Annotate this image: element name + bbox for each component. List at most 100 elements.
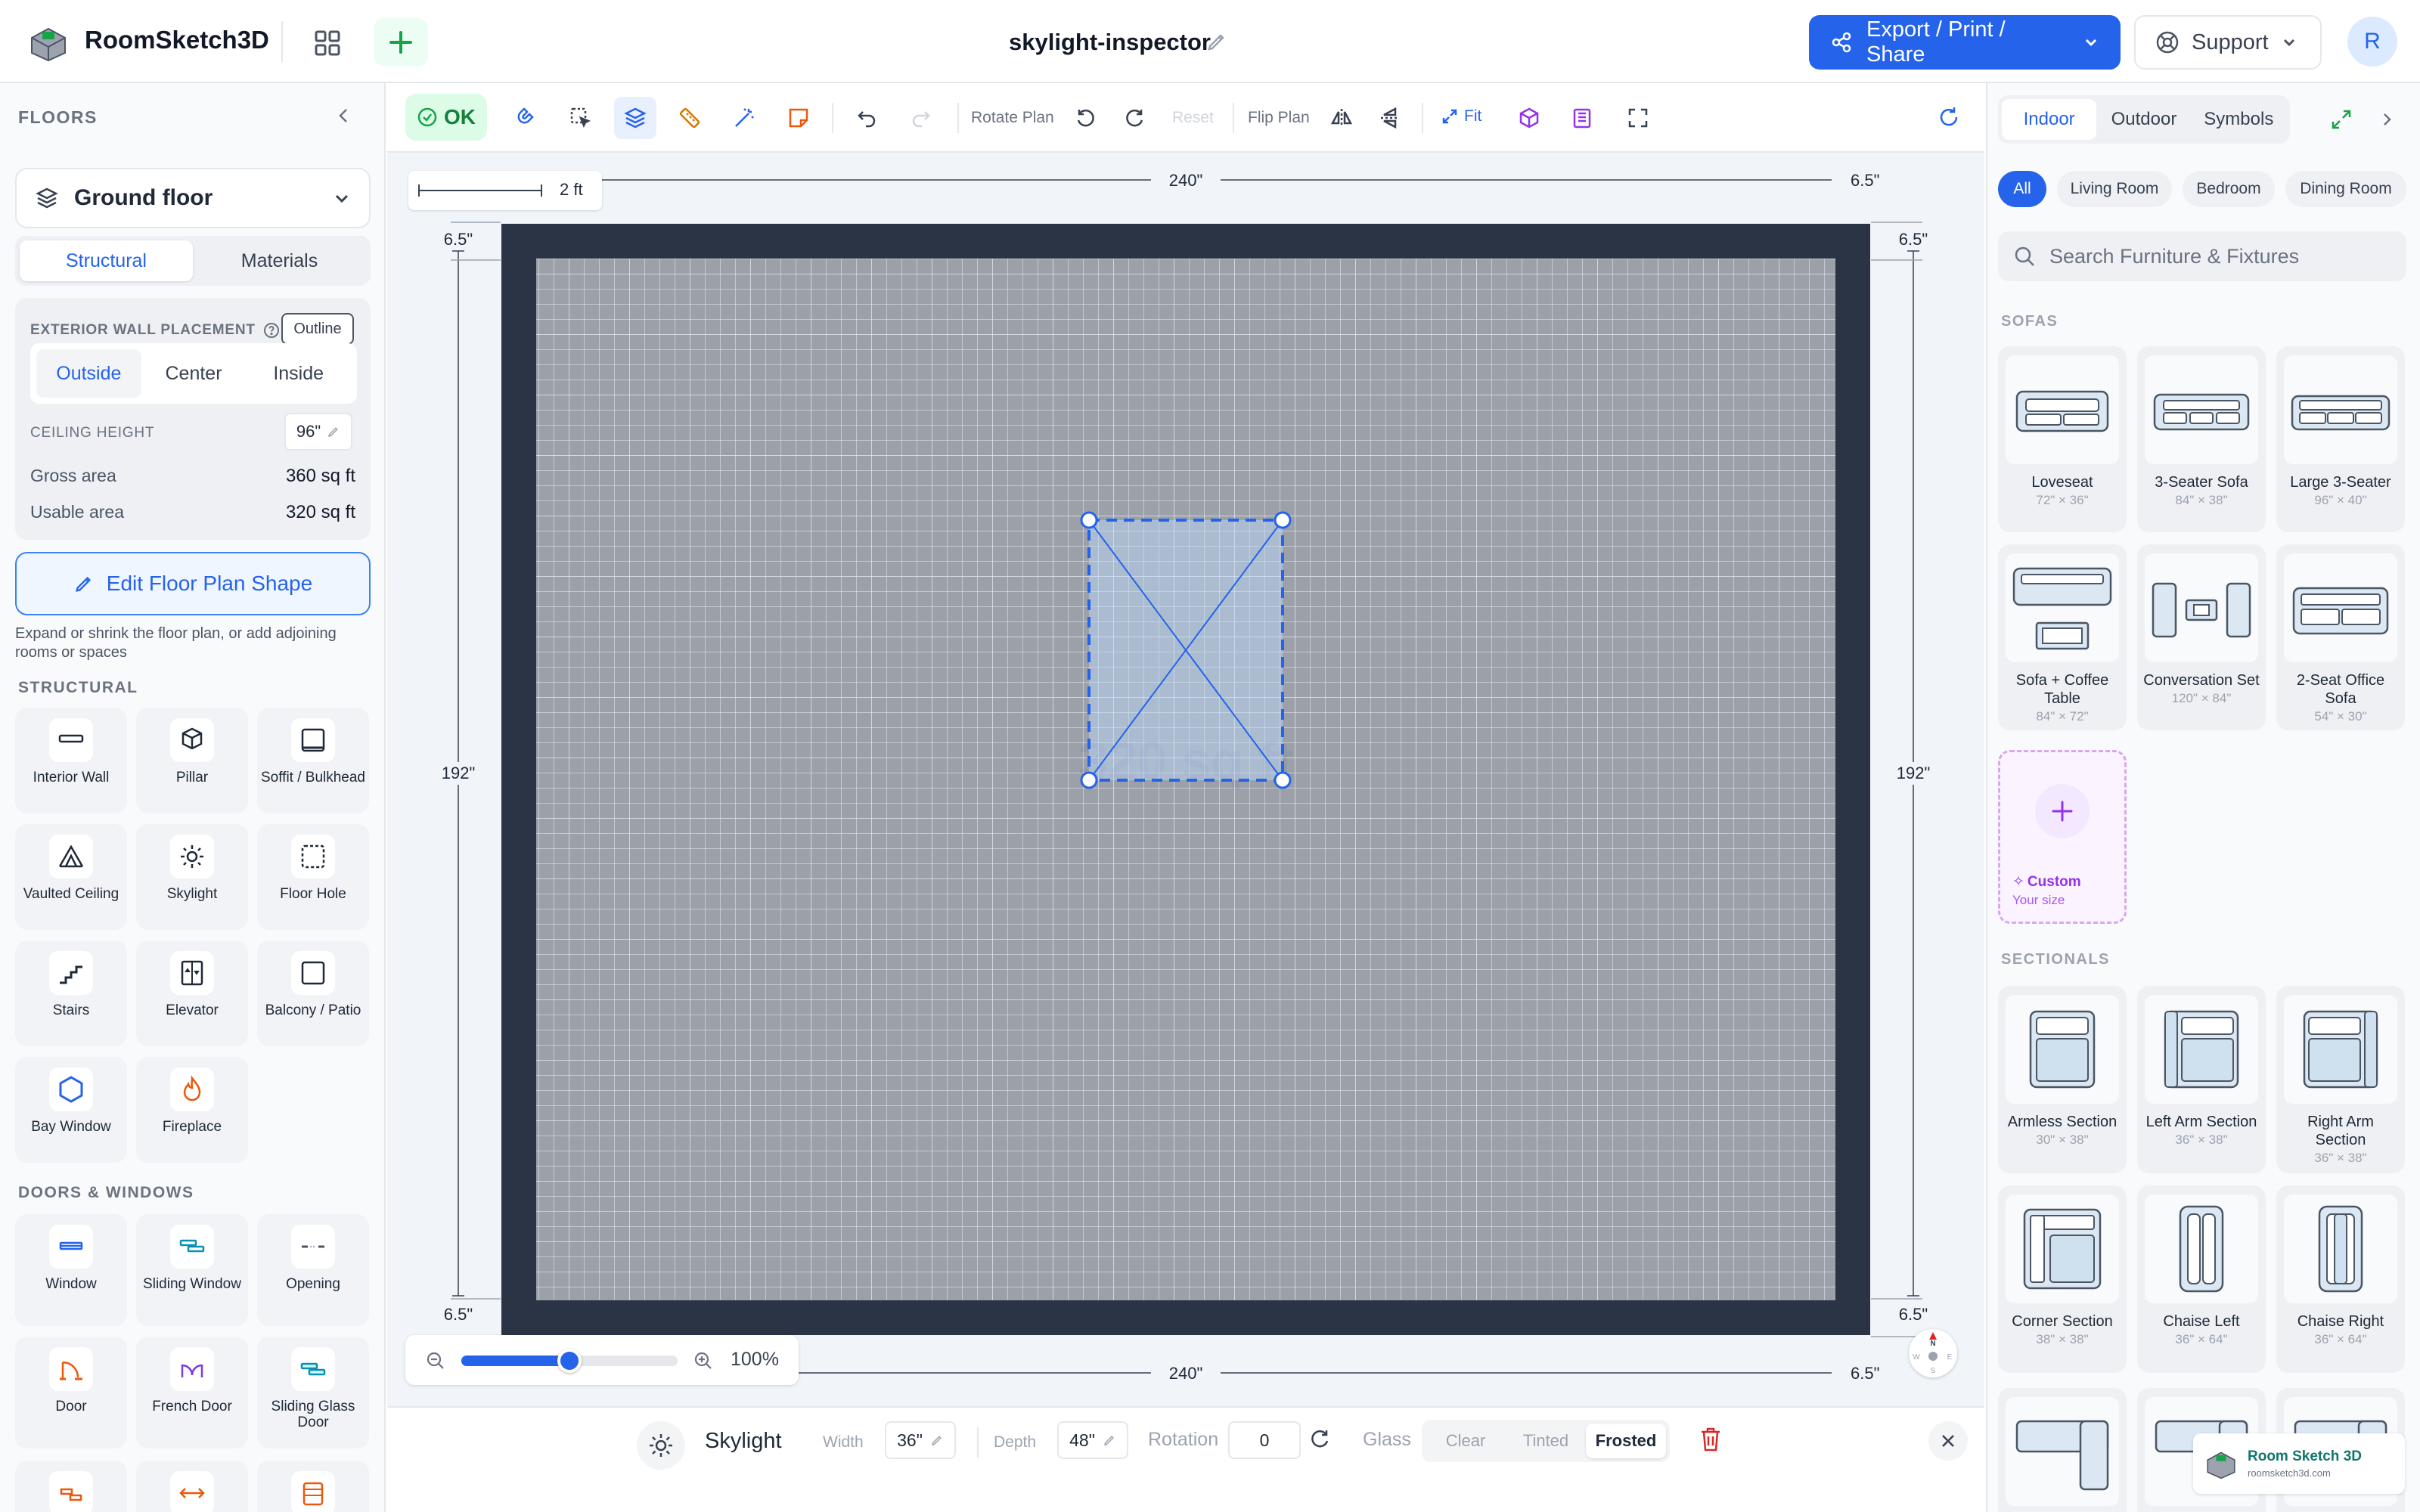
- door-window-tool-opening[interactable]: Opening: [257, 1214, 369, 1326]
- door-window-tool-sliding-window[interactable]: Sliding Window: [136, 1214, 248, 1326]
- status-badge[interactable]: OK: [405, 94, 487, 141]
- dimension-bottom-wall: 6.5": [1851, 1364, 1879, 1383]
- furniture-search-input[interactable]: Search Furniture & Fixtures: [1998, 231, 2406, 281]
- structural-tool-balcony[interactable]: Balcony / Patio: [257, 940, 369, 1046]
- sofa-card[interactable]: Large 3-Seater 96" × 40": [2276, 346, 2405, 532]
- chip-bedroom[interactable]: Bedroom: [2183, 171, 2275, 207]
- structural-tool-vaulted-ceiling[interactable]: Vaulted Ceiling: [15, 824, 127, 930]
- chip-dining-room[interactable]: Dining Room: [2285, 171, 2406, 207]
- ceiling-height-input[interactable]: 96": [284, 413, 352, 451]
- notes-button[interactable]: [777, 97, 820, 139]
- zoom-slider-thumb[interactable]: [557, 1349, 582, 1373]
- skylight-object[interactable]: [1080, 511, 1292, 789]
- structural-tool-bay-window[interactable]: Bay Window: [15, 1057, 127, 1163]
- placement-outside[interactable]: Outside: [36, 349, 141, 398]
- door-window-tool-french-door[interactable]: French Door: [136, 1337, 248, 1448]
- sectional-card[interactable]: Chaise Left 36" × 64": [2137, 1185, 2266, 1373]
- rotate-left-button[interactable]: [1065, 97, 1107, 139]
- document-title[interactable]: skylight-inspector: [1009, 29, 1211, 56]
- snap-button[interactable]: [505, 97, 548, 139]
- custom-size-card[interactable]: ✧ Custom Your size: [1998, 750, 2127, 924]
- zoom-slider[interactable]: [461, 1349, 678, 1373]
- door-window-tool-sliding-glass-door[interactable]: Sliding Glass Door: [257, 1337, 369, 1448]
- structural-tool-elevator[interactable]: Elevator: [136, 940, 248, 1046]
- zoom-out-icon[interactable]: [425, 1350, 446, 1371]
- door-window-tool-door[interactable]: Door: [15, 1337, 127, 1448]
- door-window-tool-more[interactable]: [136, 1461, 248, 1512]
- fullscreen-button[interactable]: [1617, 97, 1659, 139]
- structural-tool-pillar[interactable]: Pillar: [136, 708, 248, 813]
- flip-horizontal-button[interactable]: [1320, 97, 1363, 139]
- measure-button[interactable]: [669, 97, 711, 139]
- chip-living-room[interactable]: Living Room: [2057, 171, 2172, 207]
- sofa-card[interactable]: 2-Seat Office Sofa 54" × 30": [2276, 544, 2405, 730]
- help-icon[interactable]: [263, 322, 280, 339]
- pencil-icon[interactable]: [1205, 30, 1228, 53]
- sectional-card[interactable]: Left Arm Section 36" × 38": [2137, 986, 2266, 1173]
- zoom-in-icon[interactable]: [693, 1350, 714, 1371]
- width-input[interactable]: 36": [885, 1421, 956, 1459]
- close-inspector-button[interactable]: [1928, 1421, 1968, 1461]
- sofa-card[interactable]: 3-Seater Sofa 84" × 38": [2137, 346, 2266, 532]
- placement-center[interactable]: Center: [141, 349, 247, 398]
- outline-button[interactable]: Outline: [281, 313, 354, 345]
- tab-materials[interactable]: Materials: [193, 240, 366, 281]
- structural-tool-fireplace[interactable]: Fireplace: [136, 1057, 248, 1163]
- structural-tool-skylight[interactable]: Skylight: [136, 824, 248, 930]
- door-window-tool-more[interactable]: [15, 1461, 127, 1512]
- floor-plan-canvas[interactable]: 320 sq ft 240" 6.5" 240" 6.5" 192" 192" …: [387, 153, 1984, 1406]
- glass-tinted[interactable]: Tinted: [1506, 1424, 1586, 1458]
- layers-button[interactable]: [614, 97, 656, 139]
- furniture-card[interactable]: [1998, 1388, 2127, 1512]
- chip-all[interactable]: All: [1998, 171, 2046, 207]
- sectional-card[interactable]: Chaise Right 36" × 64": [2276, 1185, 2405, 1373]
- floor-plan-drawing[interactable]: 320 sq ft 240" 6.5" 240" 6.5" 192" 192" …: [387, 153, 1984, 1406]
- select-button[interactable]: [560, 97, 602, 139]
- fit-button[interactable]: Fit: [1441, 107, 1481, 125]
- compass[interactable]: N W E S: [1909, 1329, 1957, 1377]
- tab-structural[interactable]: Structural: [20, 240, 193, 281]
- redo-button[interactable]: [900, 97, 942, 139]
- undo-button[interactable]: [845, 97, 888, 139]
- new-project-button[interactable]: [374, 18, 428, 67]
- expand-panel-icon[interactable]: [2329, 107, 2353, 132]
- magic-button[interactable]: [723, 97, 765, 139]
- collapse-sidebar-icon[interactable]: [334, 106, 354, 125]
- glass-frosted[interactable]: Frosted: [1586, 1424, 1666, 1458]
- placement-inside[interactable]: Inside: [246, 349, 351, 398]
- sectional-card[interactable]: Corner Section 38" × 38": [1998, 1185, 2127, 1373]
- door-window-tool-window[interactable]: Window: [15, 1214, 127, 1326]
- chevron-right-icon[interactable]: [2378, 110, 2396, 129]
- structural-tool-floor-hole[interactable]: Floor Hole: [257, 824, 369, 930]
- sofa-card[interactable]: Conversation Set 120" × 84": [2137, 544, 2266, 730]
- structural-tool-interior-wall[interactable]: Interior Wall: [15, 708, 127, 813]
- floor-selector[interactable]: Ground floor: [15, 168, 371, 228]
- sofa-card[interactable]: Loveseat 72" × 36": [1998, 346, 2127, 532]
- reset-button[interactable]: Reset: [1172, 109, 1214, 127]
- rotate-right-button[interactable]: [1113, 97, 1156, 139]
- tab-indoor[interactable]: Indoor: [2002, 99, 2097, 140]
- sectional-card[interactable]: Armless Section 30" × 38": [1998, 986, 2127, 1173]
- dashboard-button[interactable]: [307, 23, 348, 64]
- edit-floor-plan-shape-button[interactable]: Edit Floor Plan Shape: [15, 552, 371, 615]
- export-button[interactable]: Export / Print / Share: [1809, 15, 2121, 70]
- depth-input[interactable]: 48": [1057, 1421, 1128, 1459]
- rotation-input[interactable]: 0: [1228, 1421, 1301, 1459]
- structural-tool-stairs[interactable]: Stairs: [15, 940, 127, 1046]
- refresh-icon[interactable]: [1936, 104, 1962, 130]
- sectional-card[interactable]: Right Arm Section 36" × 38": [2276, 986, 2405, 1173]
- building-view-button[interactable]: [1561, 97, 1603, 139]
- view-3d-button[interactable]: [1508, 97, 1550, 139]
- sofa-card[interactable]: Sofa + Coffee Table 84" × 72": [1998, 544, 2127, 730]
- door-window-tool-more[interactable]: [257, 1461, 369, 1512]
- support-button[interactable]: Support: [2134, 15, 2322, 70]
- reset-rotation-icon[interactable]: [1308, 1427, 1331, 1450]
- flip-vertical-button[interactable]: [1369, 97, 1411, 139]
- avatar[interactable]: R: [2347, 17, 2397, 67]
- structural-tool-soffit[interactable]: Soffit / Bulkhead: [257, 708, 369, 813]
- tab-symbols[interactable]: Symbols: [2192, 99, 2286, 140]
- delete-icon[interactable]: [1699, 1426, 1723, 1453]
- tab-outdoor[interactable]: Outdoor: [2096, 99, 2191, 140]
- plus-icon: [388, 29, 414, 55]
- glass-clear[interactable]: Clear: [1426, 1424, 1506, 1458]
